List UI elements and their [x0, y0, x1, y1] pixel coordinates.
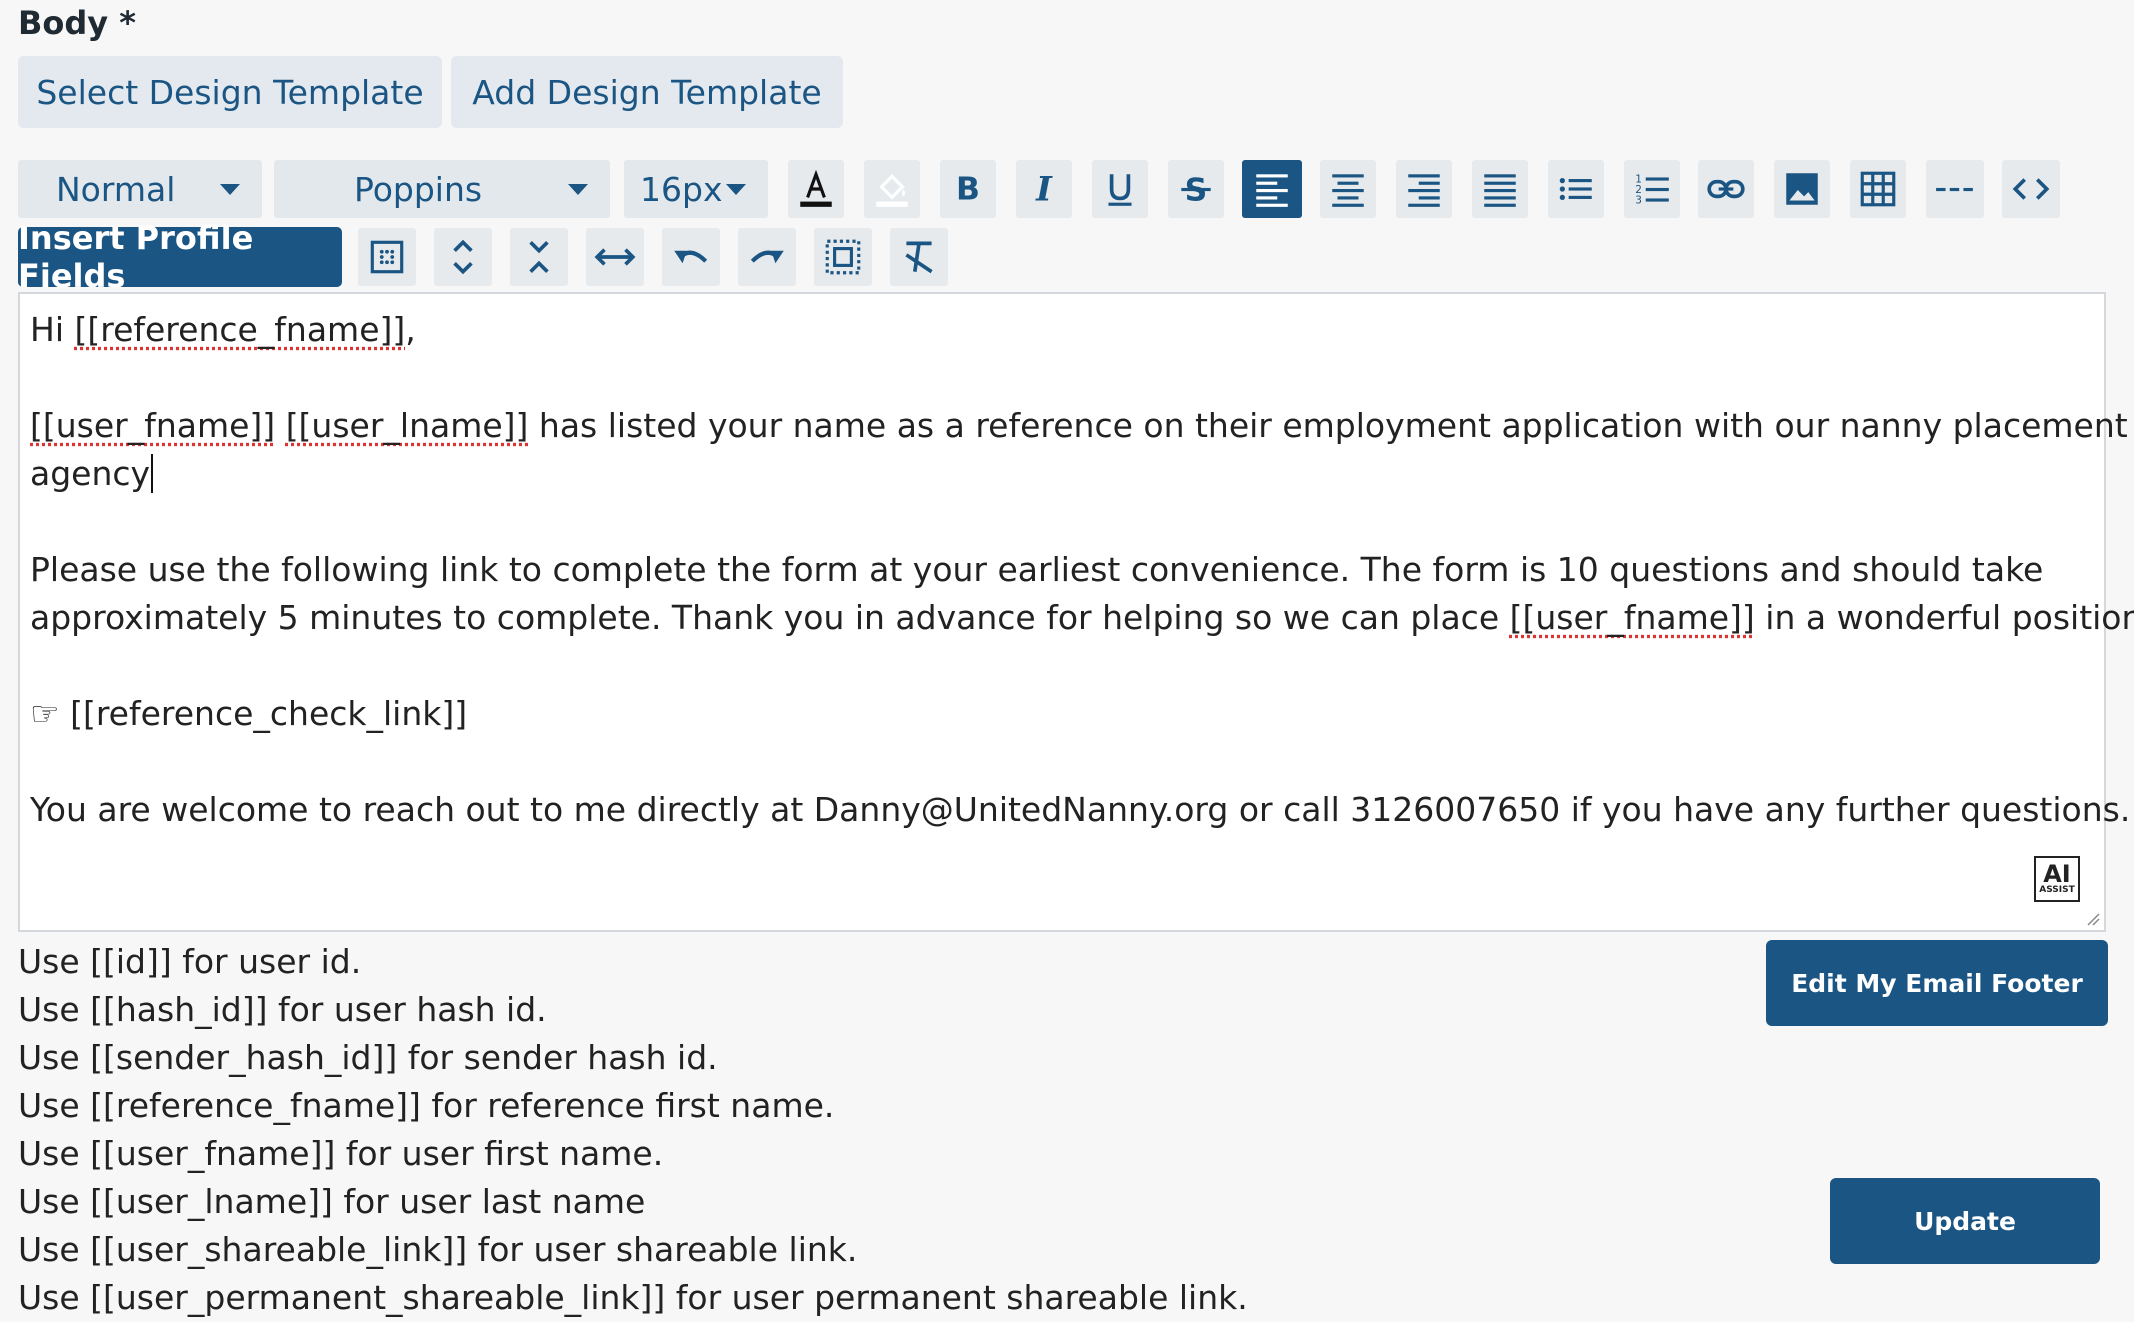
- help-line-user-permanent-shareable-link: Use [[user_permanent_shareable_link]] fo…: [18, 1274, 1248, 1322]
- font-size-select[interactable]: 16px: [624, 160, 768, 218]
- help-line-user-fname: Use [[user_fname]] for user first name.: [18, 1130, 663, 1178]
- italic-icon: I: [1023, 168, 1065, 210]
- insert-profile-fields-button[interactable]: Insert Profile Fields: [18, 227, 342, 287]
- expand-horizontal-icon: [594, 236, 636, 278]
- edit-email-footer-button[interactable]: Edit My Email Footer: [1766, 940, 2108, 1026]
- align-right-icon: [1403, 168, 1445, 210]
- align-left-button[interactable]: [1242, 160, 1302, 218]
- greeting-line: Hi [[reference_fname]],: [30, 306, 416, 354]
- insert-table-button[interactable]: [358, 228, 416, 286]
- image-icon: [1781, 168, 1823, 210]
- paragraph-2-text: has listed your name as a reference on t…: [528, 406, 2127, 445]
- collapse-vertical-icon: [518, 236, 560, 278]
- align-center-icon: [1327, 168, 1369, 210]
- svg-text:3: 3: [1635, 195, 1642, 207]
- paragraph-2-line-2: agency: [30, 450, 153, 498]
- paragraph-3-line-2-prefix: approximately 5 minutes to complete. Tha…: [30, 598, 1510, 637]
- paragraph-3-line-2-suffix: in a wonderful position.: [1755, 598, 2134, 637]
- align-center-button[interactable]: [1320, 160, 1376, 218]
- svg-text:B: B: [956, 172, 980, 208]
- align-justify-button[interactable]: [1472, 160, 1528, 218]
- italic-button[interactable]: I: [1016, 160, 1072, 218]
- contact-line: You are welcome to reach out to me direc…: [30, 786, 2130, 834]
- select-design-template-button[interactable]: Select Design Template: [18, 56, 442, 128]
- text-color-icon: [795, 168, 837, 210]
- update-button[interactable]: Update: [1830, 1178, 2100, 1264]
- font-select-value: Poppins: [354, 170, 482, 209]
- table-button[interactable]: [1850, 160, 1906, 218]
- redo-button[interactable]: [738, 228, 796, 286]
- help-line-sender-hash-id: Use [[sender_hash_id]] for sender hash i…: [18, 1034, 718, 1082]
- text-cursor: [151, 454, 153, 493]
- insert-table-icon: [366, 236, 408, 278]
- underline-button[interactable]: [1092, 160, 1148, 218]
- user-fname-token: [[user_fname]]: [1510, 598, 1755, 637]
- image-button[interactable]: [1774, 160, 1830, 218]
- help-line-user-lname: Use [[user_lname]] for user last name: [18, 1178, 645, 1226]
- horizontal-rule-icon: [1934, 168, 1976, 210]
- paragraph-2-line-2-text: agency: [30, 454, 150, 493]
- code-view-icon: [2010, 168, 2052, 210]
- expand-vertical-icon: [442, 236, 484, 278]
- clear-formatting-icon: [898, 236, 940, 278]
- link-button[interactable]: [1698, 160, 1754, 218]
- code-view-button[interactable]: [2002, 160, 2060, 218]
- align-left-icon: [1251, 168, 1293, 210]
- select-all-icon: [822, 236, 864, 278]
- ai-badge-bottom: ASSIST: [2039, 885, 2075, 895]
- help-line-reference-fname: Use [[reference_fname]] for reference fi…: [18, 1082, 834, 1130]
- reference-check-link-line: ☞ [[reference_check_link]]: [30, 690, 467, 738]
- expand-horizontal-button[interactable]: [586, 228, 644, 286]
- highlight-color-button[interactable]: [864, 160, 920, 218]
- numbered-list-icon: 123: [1631, 168, 1673, 210]
- align-right-button[interactable]: [1396, 160, 1452, 218]
- help-line-user-shareable-link: Use [[user_shareable_link]] for user sha…: [18, 1226, 857, 1274]
- clear-formatting-button[interactable]: [890, 228, 948, 286]
- user-lname-token: [[user_lname]]: [286, 406, 529, 445]
- text-color-button[interactable]: [788, 160, 844, 218]
- underline-icon: [1099, 168, 1141, 210]
- highlight-color-icon: [871, 168, 913, 210]
- redo-icon: [746, 236, 788, 278]
- format-select[interactable]: Normal: [18, 160, 262, 218]
- undo-icon: [670, 236, 712, 278]
- collapse-vertical-button[interactable]: [510, 228, 568, 286]
- horizontal-rule-button[interactable]: [1926, 160, 1984, 218]
- paragraph-3-line-1: Please use the following link to complet…: [30, 546, 2043, 594]
- bullet-list-icon: [1555, 168, 1597, 210]
- add-design-template-button[interactable]: Add Design Template: [451, 56, 843, 128]
- paragraph-3-line-2: approximately 5 minutes to complete. Tha…: [30, 594, 2134, 642]
- expand-vertical-button[interactable]: [434, 228, 492, 286]
- bold-icon: B: [947, 168, 989, 210]
- help-line-hash-id: Use [[hash_id]] for user hash id.: [18, 986, 547, 1034]
- reference-fname-token: [[reference_fname]]: [74, 310, 405, 349]
- align-justify-icon: [1479, 168, 1521, 210]
- strikethrough-button[interactable]: S: [1168, 160, 1224, 218]
- undo-button[interactable]: [662, 228, 720, 286]
- chevron-down-icon: [726, 184, 746, 195]
- svg-text:I: I: [1035, 169, 1053, 209]
- format-select-value: Normal: [56, 170, 175, 209]
- user-fname-token: [[user_fname]]: [30, 406, 275, 445]
- ai-assist-button[interactable]: AI ASSIST: [2034, 856, 2080, 902]
- select-all-button[interactable]: [814, 228, 872, 286]
- strikethrough-icon: S: [1175, 168, 1217, 210]
- table-icon: [1857, 168, 1899, 210]
- greeting-suffix: ,: [405, 310, 416, 349]
- resize-handle-icon[interactable]: [2086, 912, 2100, 926]
- bold-button[interactable]: B: [940, 160, 996, 218]
- chevron-down-icon: [220, 184, 240, 195]
- paragraph-2-line-1: [[user_fname]] [[user_lname]] has listed…: [30, 402, 2128, 450]
- bullet-list-button[interactable]: [1548, 160, 1604, 218]
- chevron-down-icon: [568, 184, 588, 195]
- ai-badge-top: AI: [2043, 863, 2071, 885]
- link-icon: [1705, 168, 1747, 210]
- font-select[interactable]: Poppins: [274, 160, 610, 218]
- numbered-list-button[interactable]: 123: [1624, 160, 1680, 218]
- help-line-id: Use [[id]] for user id.: [18, 938, 361, 986]
- body-label: Body *: [18, 4, 136, 42]
- email-body-editor[interactable]: Hi [[reference_fname]], [[user_fname]] […: [18, 292, 2106, 932]
- greeting-prefix: Hi: [30, 310, 74, 349]
- font-size-select-value: 16px: [640, 170, 722, 209]
